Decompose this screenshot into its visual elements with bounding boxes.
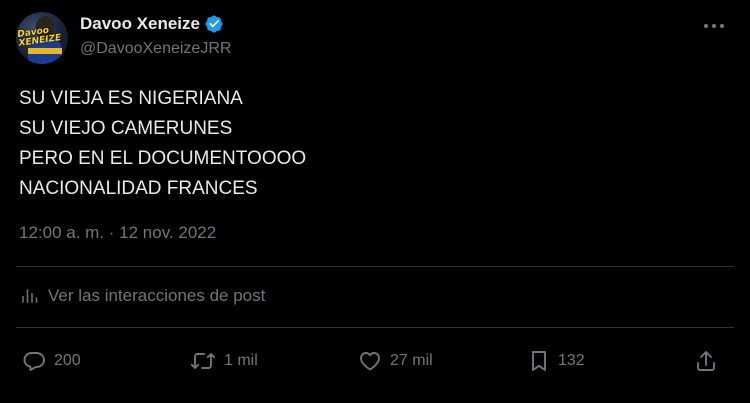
post-text: SU VIEJA ES NIGERIANA SU VIEJO CAMERUNES…	[19, 84, 306, 204]
verified-badge-icon	[205, 15, 223, 33]
like-count: 27 mil	[390, 352, 433, 369]
repost-icon	[190, 353, 216, 369]
post-line: SU VIEJO CAMERUNES	[19, 118, 233, 139]
more-options-icon[interactable]	[704, 16, 724, 36]
repost-count: 1 mil	[224, 352, 258, 369]
view-interactions-label: Ver las interacciones de post	[48, 286, 266, 305]
author-display-name[interactable]: Davoo Xeneize	[80, 14, 200, 34]
author-name-row: Davoo Xeneize	[80, 14, 224, 34]
bookmark-count: 132	[558, 352, 585, 369]
divider	[16, 327, 734, 328]
divider	[16, 266, 734, 267]
bookmark-button[interactable]: 132	[528, 346, 585, 376]
avatar-figure-band	[28, 48, 62, 54]
avatar[interactable]: Davoo XENEIZE	[16, 12, 68, 64]
post-line: PERO EN EL DOCUMENTOOOO	[19, 148, 307, 169]
post-line: NACIONALIDAD FRANCES	[19, 178, 258, 199]
action-bar: 200 1 mil 27 mil 132	[22, 346, 722, 376]
reply-count: 200	[54, 352, 81, 369]
post-line: SU VIEJA ES NIGERIANA	[19, 88, 243, 109]
like-button[interactable]: 27 mil	[358, 346, 433, 376]
share-button[interactable]	[694, 346, 718, 376]
view-interactions-link[interactable]: Ver las interacciones de post	[20, 286, 265, 306]
bookmark-icon	[532, 351, 546, 371]
author-handle[interactable]: @DavooXeneizeJRR	[80, 40, 231, 58]
share-icon	[697, 351, 715, 371]
reply-button[interactable]: 200	[22, 346, 81, 376]
reply-icon	[23, 352, 45, 371]
post-timestamp[interactable]: 12:00 a. m. · 12 nov. 2022	[19, 223, 216, 243]
heart-icon	[360, 352, 380, 371]
tweet: Davoo XENEIZE Davoo Xeneize @DavooXeneiz…	[0, 0, 750, 403]
repost-button[interactable]: 1 mil	[190, 346, 258, 376]
analytics-icon	[22, 289, 38, 303]
